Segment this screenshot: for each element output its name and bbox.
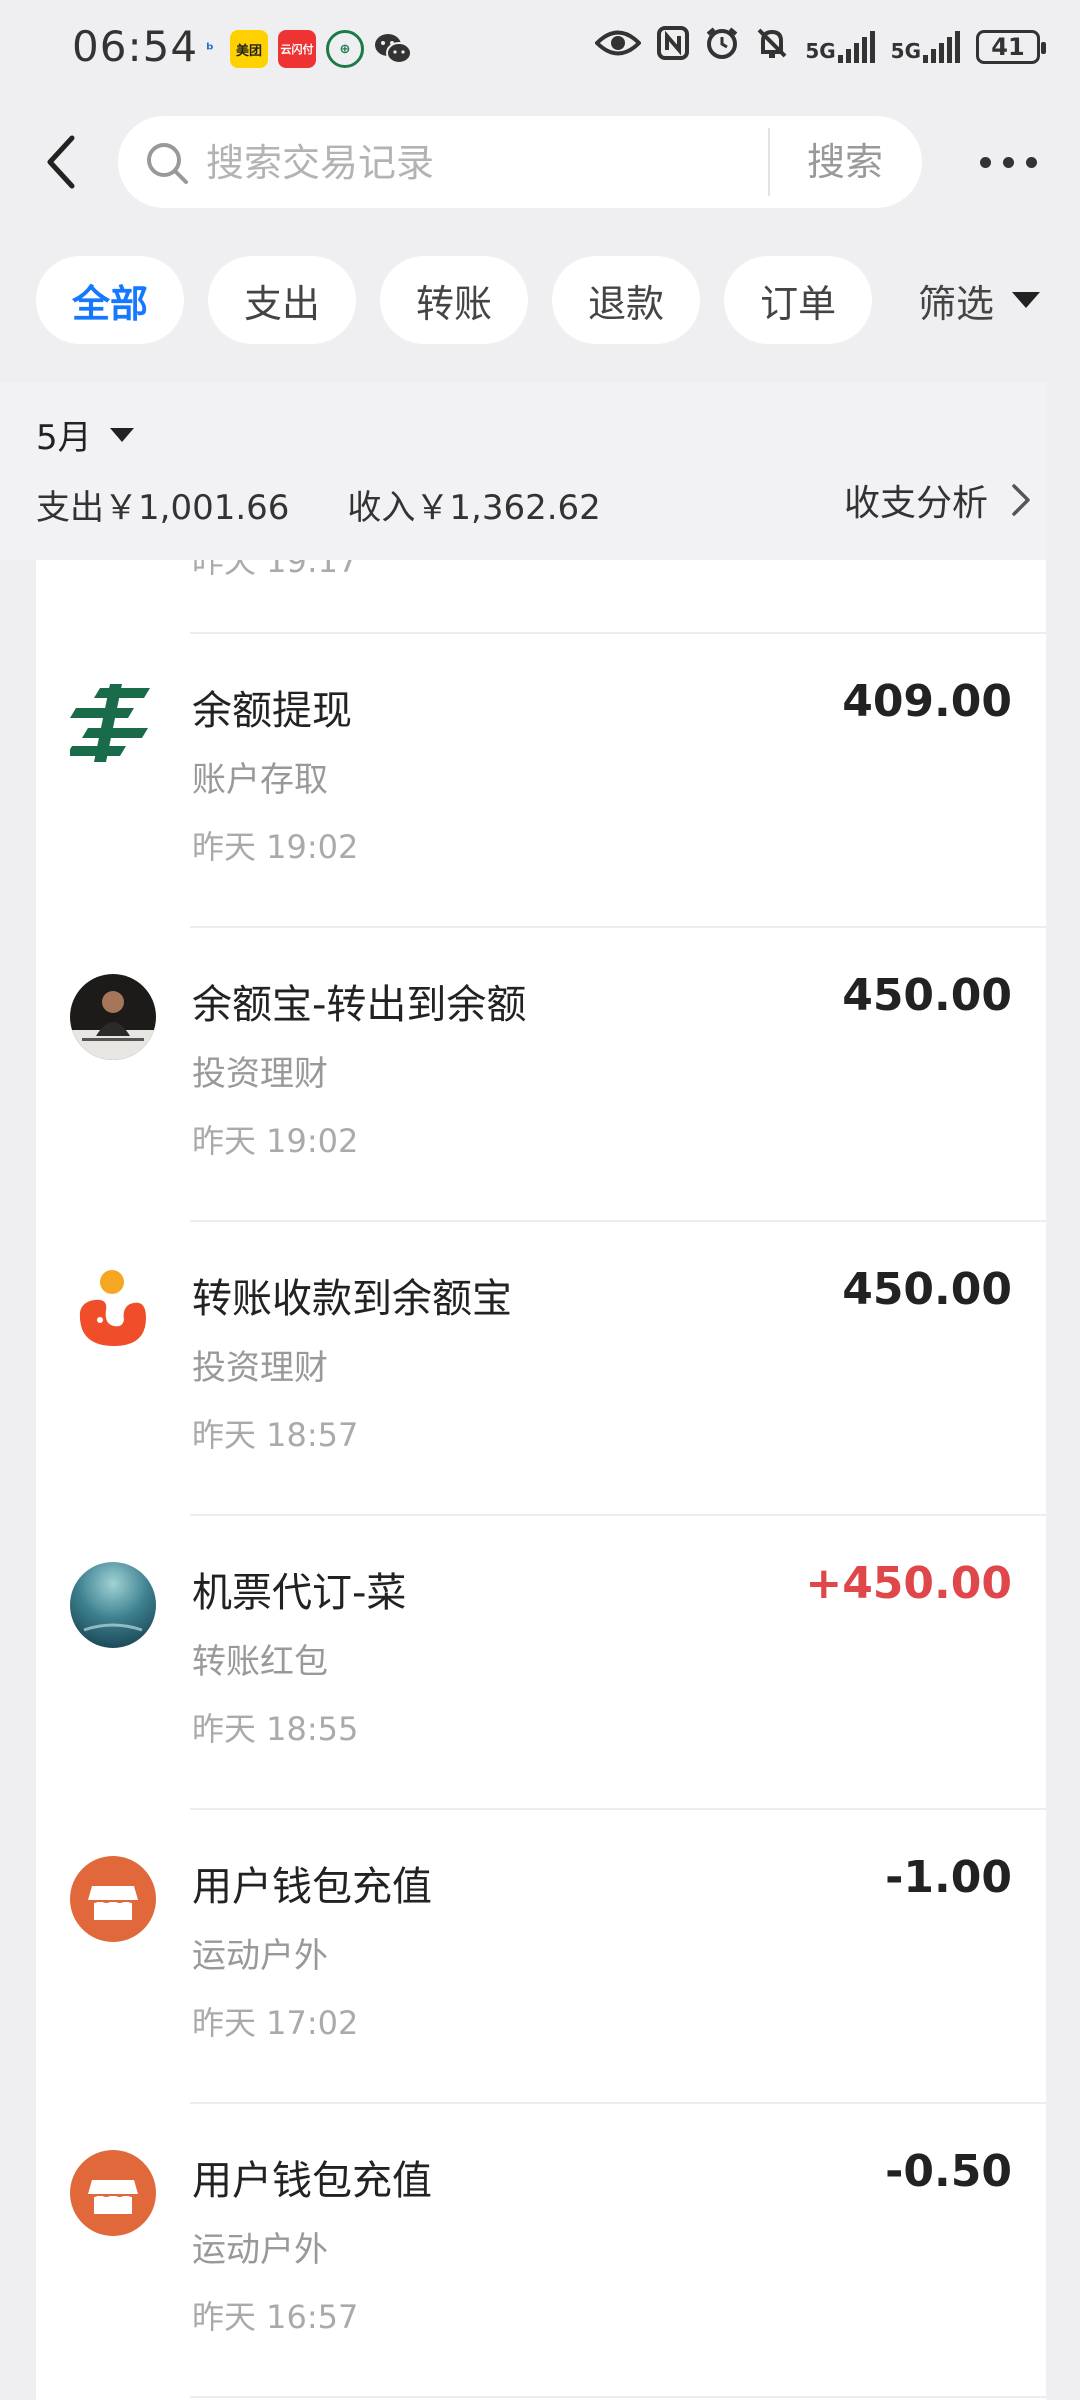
tab-transfer[interactable]: 转账	[380, 256, 529, 344]
clock: 06:54	[72, 22, 199, 71]
transaction-amount: 450.00	[842, 1264, 1012, 1315]
transaction-row[interactable]: 机票代订-菜 转账红包 昨天 18:55 +450.00	[36, 1516, 1046, 1808]
meituan-icon: 美团	[230, 30, 268, 68]
transaction-title: 余额宝-转出到余额	[192, 982, 527, 1028]
tab-orders[interactable]: 订单	[724, 256, 873, 344]
transaction-time: 昨天 19:02	[192, 1122, 359, 1160]
analysis-label: 收支分析	[843, 483, 988, 524]
back-icon[interactable]	[36, 130, 96, 194]
transaction-row[interactable]: 用户钱包充值 运动户外 昨天 16:57 -0.50	[36, 2104, 1046, 2396]
transaction-category: 账户存取	[192, 760, 328, 800]
signal-icon-2: 5G	[891, 31, 960, 63]
search-input[interactable]	[204, 116, 768, 210]
transaction-row[interactable]: 余额宝-转出到余额 投资理财 昨天 19:02 450.00	[36, 928, 1046, 1220]
analysis-link[interactable]: 收支分析	[844, 474, 1032, 526]
status-bar: 06:54 ᵇ 美团 云闪付 ⊕ 5G 5G 41	[0, 0, 1080, 100]
yuebao-icon	[70, 1268, 156, 1354]
transaction-category: 运动户外	[192, 1936, 328, 1976]
income-total: 收入￥1,362.62	[347, 488, 601, 528]
china-post-icon	[66, 680, 156, 766]
transaction-amount: -0.50	[885, 2146, 1012, 2197]
transaction-category: 投资理财	[192, 1348, 328, 1388]
transaction-amount: +450.00	[805, 1558, 1012, 1609]
transaction-title: 机票代订-菜	[192, 1570, 407, 1616]
transaction-title: 余额提现	[192, 688, 352, 734]
transaction-time: 昨天 18:57	[192, 1416, 359, 1454]
chevron-right-icon	[1012, 484, 1030, 516]
battery-icon: 41	[976, 30, 1046, 64]
nfc-icon	[657, 26, 690, 68]
transaction-category: 投资理财	[192, 1054, 328, 1094]
transaction-row[interactable]: 余额提现 账户存取 昨天 19:02 409.00	[36, 634, 1046, 926]
user-avatar-icon	[70, 974, 156, 1060]
wechat-icon	[374, 30, 412, 68]
filter-label: 筛选	[918, 281, 995, 326]
system-status: 5G 5G 41	[594, 26, 1046, 68]
filter-button[interactable]: 筛选	[918, 256, 1041, 344]
transaction-time: 昨天 16:57	[192, 2298, 359, 2336]
transaction-title: 用户钱包充值	[192, 1864, 432, 1910]
transaction-time: 昨天 18:55	[192, 1710, 359, 1748]
more-options-icon[interactable]	[980, 140, 1050, 184]
month-selector[interactable]: 5月	[36, 410, 134, 459]
month-label: 5月	[36, 418, 92, 458]
totals: 支出￥1,001.66 收入￥1,362.62	[36, 480, 601, 529]
ocean-avatar-icon	[70, 1562, 156, 1648]
transaction-category: 转账红包	[192, 1642, 328, 1682]
caret-down-icon	[109, 427, 134, 442]
notification-icons: ᵇ 美团 云闪付 ⊕	[200, 30, 412, 68]
shop-icon	[70, 2150, 156, 2236]
transaction-category: 运动户外	[192, 2230, 328, 2270]
search-button[interactable]: 搜索	[770, 116, 920, 208]
search-icon	[144, 140, 190, 190]
transaction-time: 昨天 17:02	[192, 2004, 359, 2042]
filter-tabs: 全部 支出 转账 退款 订单	[36, 256, 873, 346]
month-summary: 5月 支出￥1,001.66 收入￥1,362.62 收支分析	[0, 382, 1046, 560]
transaction-amount: 409.00	[842, 676, 1012, 727]
transaction-row[interactable]: 转账收款到余额宝 投资理财 昨天 18:57 450.00	[36, 1222, 1046, 1514]
notification-dot-icon: ᵇ	[206, 39, 214, 59]
eye-icon	[594, 28, 643, 66]
search-bar: 搜索	[118, 116, 922, 210]
unionpay-icon: 云闪付	[278, 30, 316, 68]
bank-icon: ⊕	[326, 30, 364, 68]
row-separator	[190, 2396, 1046, 2398]
partial-row-time: 昨天 19:17	[192, 560, 359, 580]
transaction-list: 昨天 19:17 余额提现 账户存取 昨天 19:02 409.00 余额宝-转…	[36, 560, 1046, 2400]
transaction-time: 昨天 19:02	[192, 828, 359, 866]
transaction-row[interactable]: 用户钱包充值 运动户外 昨天 17:02 -1.00	[36, 1810, 1046, 2102]
expense-total: 支出￥1,001.66	[36, 488, 290, 528]
transaction-title: 用户钱包充值	[192, 2158, 432, 2204]
alarm-icon	[705, 26, 739, 68]
shop-icon	[70, 1856, 156, 1942]
signal-icon: 5G	[805, 31, 875, 63]
tab-refund[interactable]: 退款	[552, 256, 701, 344]
transaction-amount: -1.00	[885, 1852, 1012, 1903]
tab-all[interactable]: 全部	[36, 256, 185, 344]
top-bar: 搜索	[0, 112, 1080, 212]
transaction-title: 转账收款到余额宝	[192, 1276, 512, 1322]
tab-expense[interactable]: 支出	[208, 256, 357, 344]
mute-bell-icon	[755, 26, 789, 68]
caret-down-icon	[1012, 292, 1041, 308]
transaction-amount: 450.00	[842, 970, 1012, 1021]
